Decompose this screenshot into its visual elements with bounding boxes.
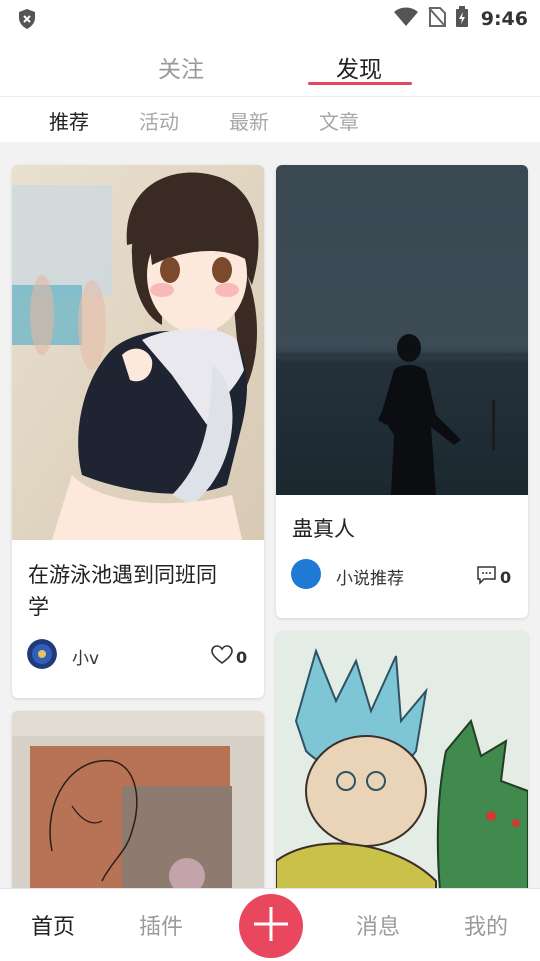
subtab-latest[interactable]: 最新 — [229, 106, 269, 135]
author-name[interactable]: 小v — [72, 644, 99, 669]
post-card[interactable] — [276, 631, 528, 901]
battery-charging-icon — [455, 6, 469, 32]
author-name[interactable]: 小说推荐 — [336, 564, 404, 589]
nav-plugins[interactable]: 插件 — [139, 909, 183, 941]
subtab-recommend[interactable]: 推荐 — [49, 106, 89, 135]
comment-count-value: 0 — [500, 567, 512, 587]
post-title-line2[interactable]: 学 — [28, 589, 49, 625]
post-title[interactable]: 蛊真人 — [292, 511, 355, 547]
post-image — [276, 165, 528, 495]
post-card[interactable]: 在游泳池遇到同班同 学 小v 0 — [12, 165, 264, 698]
comment-count[interactable]: 0 — [476, 565, 511, 589]
like-count[interactable]: 0 — [211, 645, 247, 669]
top-tab-bar: 关注 发现 — [0, 38, 540, 97]
post-image — [12, 165, 264, 540]
tab-follow[interactable]: 关注 — [158, 50, 204, 84]
create-post-button[interactable] — [239, 894, 303, 958]
sub-tab-bar: 推荐 活动 最新 文章 — [0, 97, 540, 142]
post-card[interactable] — [12, 711, 264, 901]
heart-icon — [211, 645, 233, 669]
active-tab-indicator — [308, 82, 412, 85]
subtab-articles[interactable]: 文章 — [319, 106, 359, 135]
post-image — [276, 631, 528, 901]
bottom-nav: 首页 插件 消息 我的 — [0, 888, 540, 961]
nav-messages[interactable]: 消息 — [356, 909, 400, 941]
wifi-icon — [393, 7, 419, 31]
post-card[interactable]: 蛊真人 小说推荐 0 — [276, 165, 528, 618]
like-count-value: 0 — [236, 647, 248, 667]
comment-icon — [476, 565, 497, 589]
status-bar: 9:46 — [0, 0, 540, 38]
tab-discover[interactable]: 发现 — [336, 50, 382, 84]
status-time: 9:46 — [480, 8, 528, 30]
nav-me[interactable]: 我的 — [464, 909, 508, 941]
shield-icon — [17, 8, 37, 34]
nav-home[interactable]: 首页 — [31, 909, 75, 941]
post-title[interactable]: 在游泳池遇到同班同 — [28, 557, 217, 593]
subtab-activity[interactable]: 活动 — [139, 106, 179, 135]
no-sim-icon — [427, 6, 447, 32]
avatar[interactable] — [291, 559, 321, 589]
plus-icon — [252, 905, 290, 947]
avatar[interactable] — [27, 639, 57, 669]
post-image — [12, 711, 264, 901]
